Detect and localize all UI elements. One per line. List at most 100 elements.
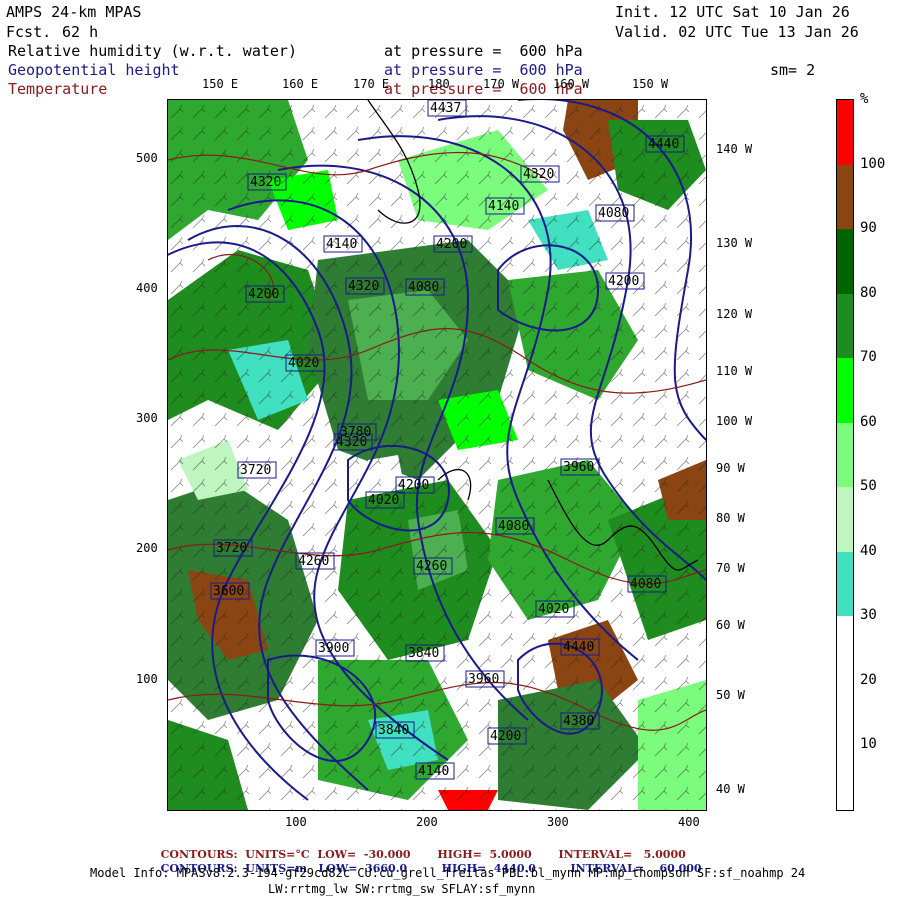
x-tick: 100 bbox=[285, 815, 307, 829]
map-canvas: 4437 4440 4320 4140 4080 4320 4200 4140 4200 4080… bbox=[168, 100, 706, 810]
map-panel: 4437 4440 4320 4140 4080 4320 4200 4140 4200 4080… bbox=[167, 99, 707, 811]
height-label: 4140 bbox=[485, 197, 525, 215]
x-tick: 400 bbox=[678, 815, 700, 829]
height-label: 3900 bbox=[315, 639, 355, 657]
svg-text:3960: 3960 bbox=[563, 460, 594, 475]
height-label: 4320 bbox=[345, 277, 385, 295]
svg-text:4140: 4140 bbox=[418, 764, 449, 779]
svg-text:4440: 4440 bbox=[563, 640, 594, 655]
y-tick: 200 bbox=[136, 541, 158, 555]
x-tick: 200 bbox=[416, 815, 438, 829]
height-label: 4140 bbox=[415, 762, 455, 780]
colorbar-tick-label: 30 bbox=[860, 607, 877, 624]
colorbar-segment bbox=[837, 100, 853, 165]
init-time: Init. 12 UTC Sat 10 Jan 26 bbox=[615, 3, 850, 21]
colorbar-tick-label: 80 bbox=[860, 284, 877, 301]
colorbar-tick-label: 20 bbox=[860, 671, 877, 688]
smoothing-label: sm= 2 bbox=[770, 61, 816, 79]
colorbar bbox=[836, 99, 854, 811]
svg-text:4200: 4200 bbox=[608, 274, 639, 289]
height-label: 3720 bbox=[213, 539, 253, 557]
height-label: 4200 bbox=[395, 476, 435, 494]
svg-text:4320: 4320 bbox=[348, 279, 379, 294]
field-rh-name: Relative humidity (w.r.t. water) bbox=[8, 42, 297, 60]
height-label: 4260 bbox=[295, 552, 335, 570]
svg-text:3840: 3840 bbox=[378, 723, 409, 738]
height-label: 3720 bbox=[237, 461, 277, 479]
svg-text:4200: 4200 bbox=[248, 287, 279, 302]
lon-label-top: 160 E bbox=[282, 77, 319, 91]
colorbar-segment bbox=[837, 358, 853, 423]
y-tick: 300 bbox=[136, 411, 158, 425]
svg-text:4080: 4080 bbox=[408, 280, 439, 295]
height-label: 4260 bbox=[413, 557, 453, 575]
height-label: 4080 bbox=[405, 278, 445, 296]
svg-text:4200: 4200 bbox=[398, 478, 429, 493]
height-label: 4320 bbox=[520, 165, 560, 183]
height-label: 3600 bbox=[210, 582, 250, 600]
colorbar-tick-label: 10 bbox=[860, 736, 877, 753]
height-label: 4020 bbox=[365, 491, 405, 509]
colorbar-segment bbox=[837, 551, 853, 617]
colorbar-tick-label: 70 bbox=[860, 349, 877, 366]
height-label: 4437 bbox=[427, 100, 467, 117]
field-rh-level: at pressure = 600 hPa bbox=[384, 42, 583, 60]
svg-text:4020: 4020 bbox=[368, 493, 399, 508]
model-title: AMPS 24-km MPAS bbox=[6, 3, 142, 21]
height-label: 4320 bbox=[247, 173, 287, 191]
lon-label-right: 120 W bbox=[716, 307, 753, 321]
svg-text:4380: 4380 bbox=[563, 714, 594, 729]
svg-text:4200: 4200 bbox=[436, 237, 467, 252]
height-label: 3840 bbox=[405, 644, 445, 662]
height-label: 4200 bbox=[245, 285, 285, 303]
lon-label-top: 150 W bbox=[632, 77, 669, 91]
colorbar-segment bbox=[837, 293, 853, 359]
field-gh-name: Geopotential height bbox=[8, 61, 180, 79]
svg-text:4320: 4320 bbox=[523, 167, 554, 182]
svg-text:4020: 4020 bbox=[538, 602, 569, 617]
colorbar-tick-label: 90 bbox=[860, 220, 877, 237]
height-label: 3960 bbox=[560, 458, 600, 476]
forecast-hours: 62 h bbox=[62, 23, 99, 41]
svg-text:4437: 4437 bbox=[430, 101, 461, 116]
svg-text:4140: 4140 bbox=[488, 199, 519, 214]
svg-text:4080: 4080 bbox=[598, 206, 629, 221]
lon-label-top: 180 bbox=[428, 77, 450, 91]
colorbar-tick-label: 40 bbox=[860, 542, 877, 559]
lon-label-right: 110 W bbox=[716, 364, 753, 378]
colorbar-segment bbox=[837, 422, 853, 488]
lon-label-right: 50 W bbox=[716, 688, 745, 702]
height-label: 4080 bbox=[495, 517, 535, 535]
svg-text:3780: 3780 bbox=[340, 425, 371, 440]
colorbar-tick-label: 100 bbox=[860, 155, 886, 172]
lon-label-top: 170 E bbox=[353, 77, 390, 91]
height-label: 4080 bbox=[627, 575, 667, 593]
lon-label-right: 130 W bbox=[716, 236, 753, 250]
field-gh-level: at pressure = 600 hPa bbox=[384, 61, 583, 79]
height-label: 4020 bbox=[285, 354, 325, 372]
lon-label-right: 40 W bbox=[716, 782, 745, 796]
lon-label-top: 170 W bbox=[483, 77, 520, 91]
svg-text:3960: 3960 bbox=[468, 672, 499, 687]
height-label: 4200 bbox=[487, 727, 527, 745]
lon-label-right: 70 W bbox=[716, 561, 745, 575]
valid-time: Valid. 02 UTC Tue 13 Jan 26 bbox=[615, 23, 859, 41]
svg-text:3720: 3720 bbox=[240, 463, 271, 478]
height-label: 4380 bbox=[560, 712, 600, 730]
height-label: 4140 bbox=[323, 235, 363, 253]
svg-text:4080: 4080 bbox=[498, 519, 529, 534]
height-label: 3780 bbox=[337, 423, 377, 441]
y-tick: 400 bbox=[136, 281, 158, 295]
lon-label-right: 60 W bbox=[716, 618, 745, 632]
colorbar-segment bbox=[837, 229, 853, 294]
forecast-label: Fcst. bbox=[6, 23, 52, 41]
height-label: 4440 bbox=[560, 638, 600, 656]
svg-text:4260: 4260 bbox=[416, 559, 447, 574]
lon-label-right: 140 W bbox=[716, 142, 753, 156]
lon-label-top: 160 W bbox=[553, 77, 590, 91]
colorbar-segment bbox=[837, 164, 853, 230]
colorbar-segment bbox=[837, 487, 853, 552]
height-label: 3960 bbox=[465, 670, 505, 688]
lon-label-right: 90 W bbox=[716, 461, 745, 475]
colorbar-tick-label: 50 bbox=[860, 478, 877, 495]
